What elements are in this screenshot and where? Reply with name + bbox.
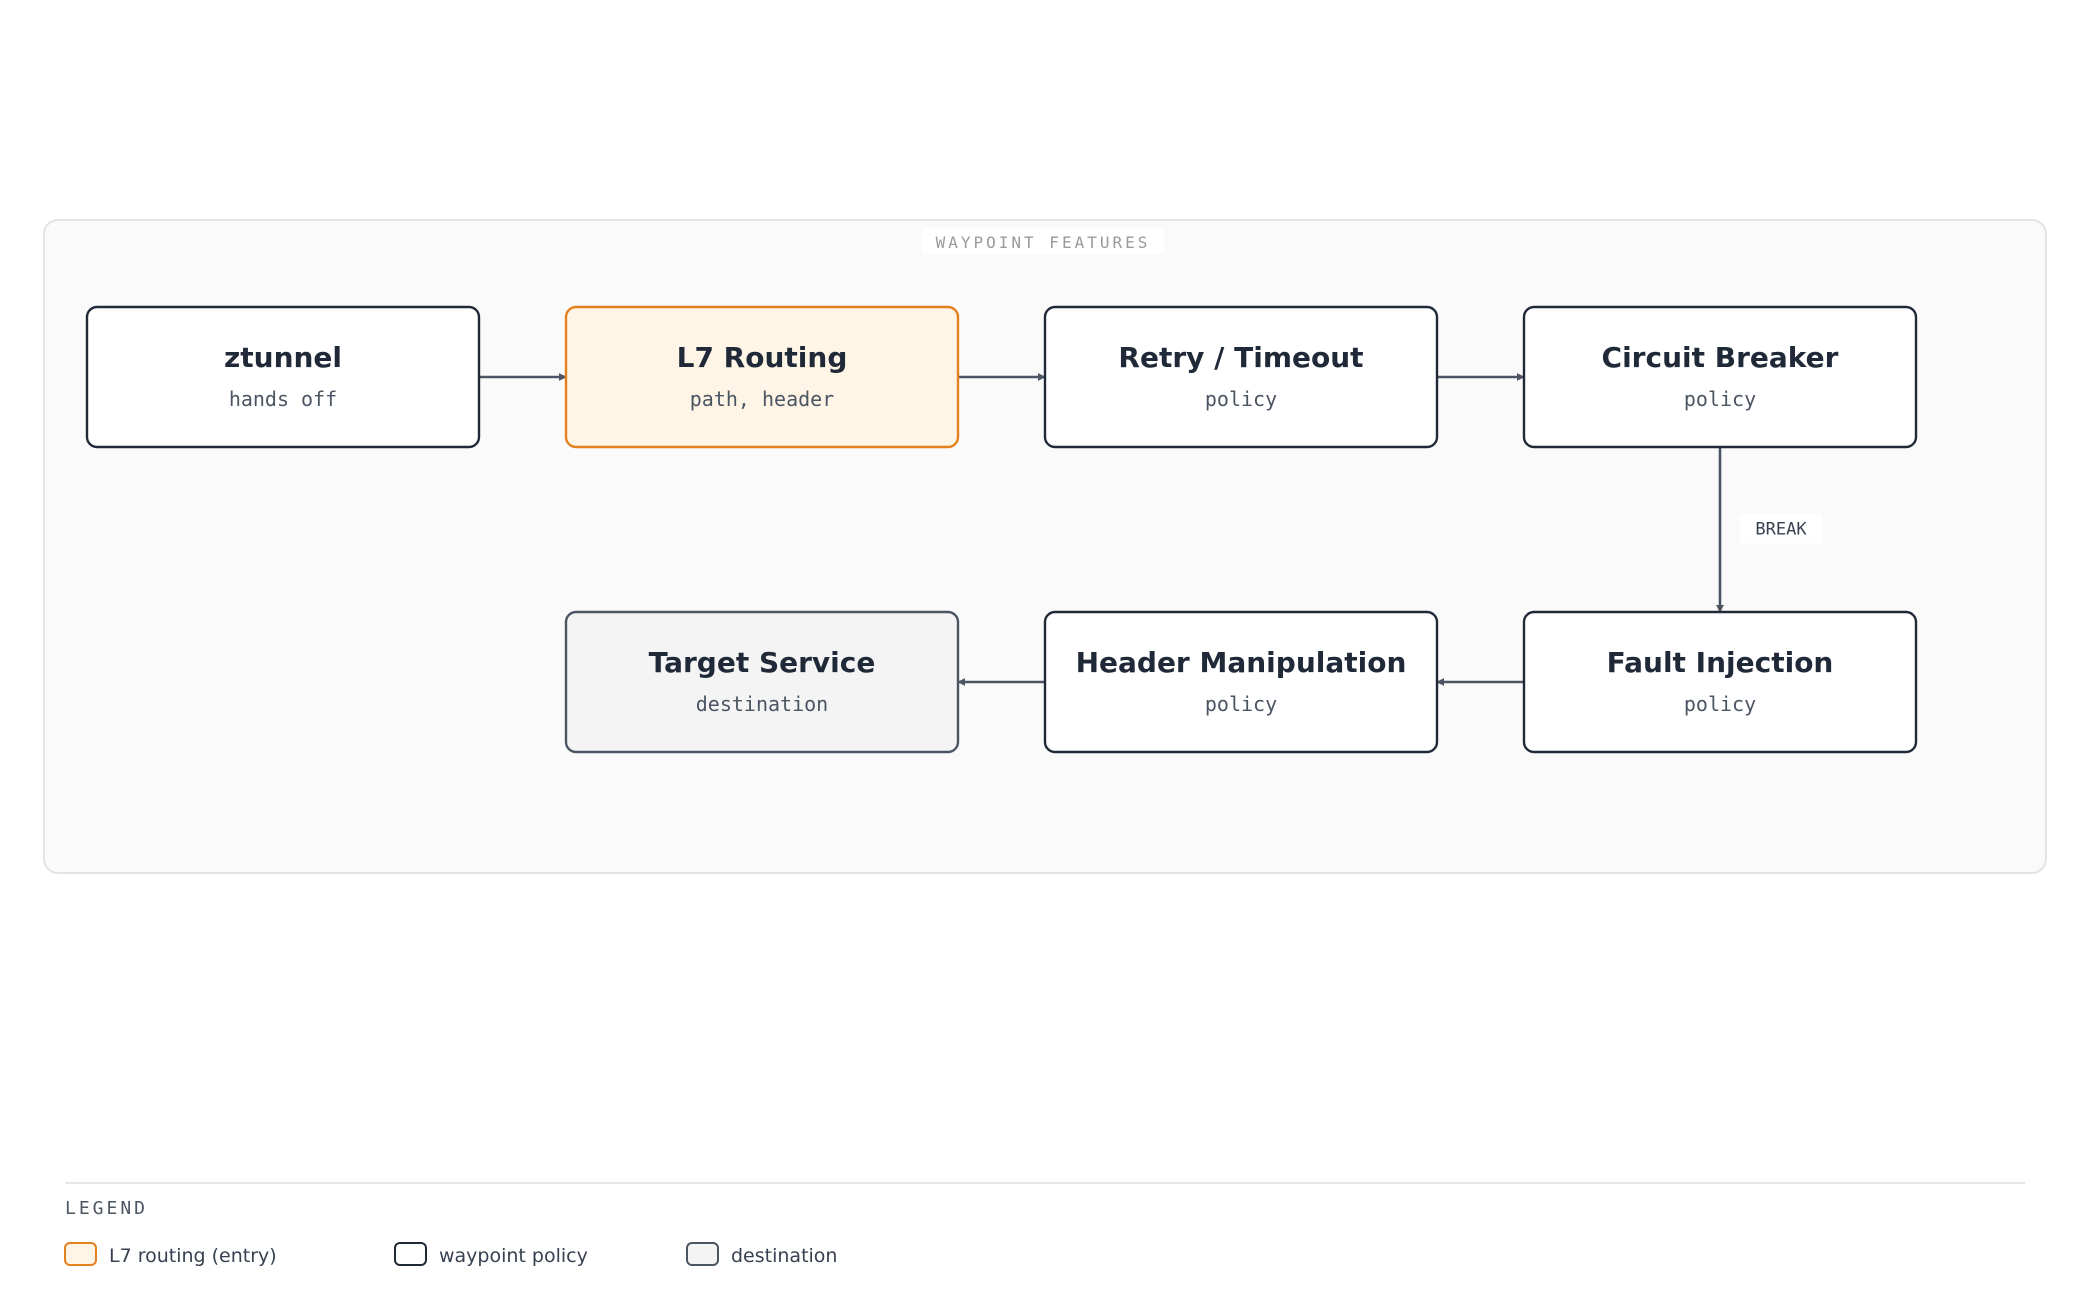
group-label: WAYPOINT FEATURES [936,233,1151,252]
node-title: Circuit Breaker [1602,341,1839,374]
legend-swatch [394,1242,427,1266]
legend-swatch [686,1242,719,1266]
legend-label: L7 routing (entry) [109,1245,277,1267]
node-title: Header Manipulation [1076,646,1407,679]
node-box [1043,610,1439,754]
legend-swatch [64,1242,97,1266]
node-box [1043,305,1439,449]
node-l7-routing: L7 Routing path, header [564,305,960,449]
node-subtitle: path, header [690,387,835,411]
node-title: L7 Routing [677,341,848,374]
node-fault-injection: Fault Injection policy [1522,610,1918,754]
legend-label: destination [731,1245,837,1267]
node-box [564,610,960,754]
node-title: Retry / Timeout [1118,341,1363,374]
node-title: ztunnel [224,341,342,374]
edge-label: BREAK [1755,520,1807,540]
node-circuit-breaker: Circuit Breaker policy [1522,305,1918,449]
node-box [85,305,481,449]
node-subtitle: policy [1684,692,1756,716]
node-ztunnel: ztunnel hands off [85,305,481,449]
node-title: Target Service [649,646,876,679]
legend-item-entry: L7 routing (entry) [64,1242,277,1267]
legend-item-destination: destination [686,1242,837,1267]
legend-label: waypoint policy [439,1245,588,1267]
node-subtitle: hands off [229,387,337,411]
node-subtitle: policy [1205,387,1277,411]
node-retry-timeout: Retry / Timeout policy [1043,305,1439,449]
node-target-service: Target Service destination [564,610,960,754]
node-box [1522,305,1918,449]
legend: LEGEND L7 routing (entry) waypoint policy… [64,1182,2025,1267]
architecture-diagram: WAYPOINT FEATURES BREAK ztunnel hands off… [43,219,2047,1267]
legend-items: L7 routing (entry) waypoint policy destina… [64,1242,837,1267]
node-header-manipulation: Header Manipulation policy [1043,610,1439,754]
node-subtitle: policy [1684,387,1756,411]
node-subtitle: destination [696,692,828,716]
node-title: Fault Injection [1607,646,1834,679]
node-box [564,305,960,449]
node-box [1522,610,1918,754]
node-subtitle: policy [1205,692,1277,716]
legend-item-policy: waypoint policy [394,1242,588,1267]
legend-title: LEGEND [65,1198,148,1219]
